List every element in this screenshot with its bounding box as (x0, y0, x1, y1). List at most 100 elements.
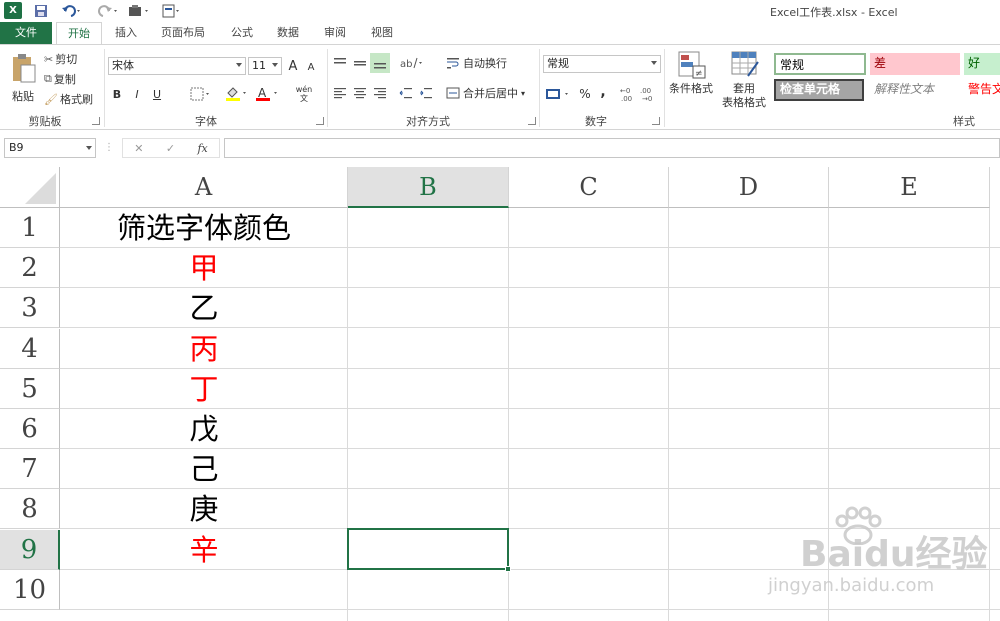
row-header-9[interactable]: 9 (0, 530, 60, 570)
cell-a9[interactable]: 辛 (61, 530, 347, 570)
redo-button[interactable] (96, 2, 120, 20)
format-as-table-button[interactable] (730, 49, 760, 81)
cell-a8[interactable]: 庚 (61, 489, 347, 529)
paste-button[interactable] (6, 49, 40, 89)
border-button[interactable] (188, 85, 214, 103)
bold-button[interactable]: B (110, 85, 124, 103)
conditional-formatting-icon: ≠ (678, 51, 706, 79)
row-header-2[interactable]: 2 (0, 248, 60, 288)
touch-mode-button[interactable] (126, 2, 152, 20)
font-name-select[interactable]: 宋体 (108, 57, 246, 75)
style-good[interactable]: 好 (964, 53, 1000, 75)
row-header-10[interactable]: 10 (0, 570, 60, 610)
cell-a3[interactable]: 乙 (61, 288, 347, 328)
align-right-icon (374, 88, 386, 99)
style-bad[interactable]: 差 (870, 53, 960, 75)
decrease-indent-button[interactable] (398, 85, 414, 101)
phonetic-button[interactable]: wén 文 (292, 83, 316, 105)
tab-page-layout[interactable]: 页面布局 (150, 22, 216, 44)
tab-insert[interactable]: 插入 (104, 22, 148, 44)
comma-button[interactable]: , (596, 83, 610, 101)
row-header-1[interactable]: 1 (0, 208, 60, 248)
font-size-select[interactable]: 11 (248, 57, 282, 75)
style-warning[interactable]: 警告文 (964, 79, 1000, 101)
insert-function-button[interactable]: fx (197, 142, 207, 155)
number-format-select[interactable]: 常规 (543, 55, 661, 73)
style-check-cell[interactable]: 检查单元格 (774, 79, 864, 101)
format-painter-button[interactable]: 🖌 格式刷 (44, 91, 98, 107)
cut-button[interactable]: ✂ 剪切 (44, 51, 94, 67)
align-center-button[interactable] (352, 85, 368, 101)
row-header-4[interactable]: 4 (0, 329, 60, 369)
undo-button[interactable] (60, 2, 84, 20)
column-header-e[interactable]: E (829, 167, 990, 208)
cell-a4[interactable]: 丙 (61, 329, 347, 369)
orientation-button[interactable]: ab (398, 55, 426, 71)
align-top-icon (334, 58, 346, 64)
tab-file[interactable]: 文件 (0, 22, 52, 44)
row-header-7[interactable]: 7 (0, 449, 60, 489)
select-all-button[interactable] (0, 167, 60, 208)
name-box[interactable]: B9 (4, 138, 96, 158)
tab-view[interactable]: 视图 (360, 22, 404, 44)
column-header-d[interactable]: D (669, 167, 829, 208)
phonetic-label: wén (295, 85, 313, 94)
tab-review[interactable]: 审阅 (312, 22, 358, 44)
align-middle-button[interactable] (352, 55, 368, 71)
column-header-b[interactable]: B (348, 167, 509, 208)
form-button[interactable] (160, 2, 182, 20)
italic-button[interactable]: I (130, 85, 144, 103)
fill-color-button[interactable] (224, 85, 250, 103)
percent-button[interactable]: % (578, 85, 592, 103)
conditional-formatting-button[interactable]: ≠ (670, 49, 714, 81)
row-header-6[interactable]: 6 (0, 409, 60, 449)
column-header-c[interactable]: C (509, 167, 669, 208)
align-bottom-button[interactable] (370, 53, 390, 73)
increase-decimal-button[interactable]: ←0.00 (620, 85, 638, 103)
align-right-button[interactable] (372, 85, 388, 101)
underline-button[interactable]: U (150, 85, 164, 103)
clipboard-launcher-icon[interactable] (92, 117, 100, 125)
shrink-font-button[interactable]: A (304, 59, 318, 75)
wrap-text-button[interactable]: 自动换行 (446, 55, 510, 71)
row-header-8[interactable]: 8 (0, 489, 60, 529)
number-launcher-icon[interactable] (652, 117, 660, 125)
cell-a7[interactable]: 己 (61, 449, 347, 489)
accounting-format-button[interactable] (544, 85, 574, 103)
cell-a5[interactable]: 丁 (61, 369, 347, 409)
gridline (989, 208, 990, 621)
copy-button[interactable]: ⧉ 复制 (44, 71, 98, 87)
increase-indent-button[interactable] (418, 85, 434, 101)
wrap-text-label: 自动换行 (463, 57, 507, 70)
tab-data[interactable]: 数据 (266, 22, 310, 44)
fill-handle[interactable] (505, 566, 511, 572)
column-header-a[interactable]: A (60, 167, 348, 208)
cell-a10[interactable] (61, 570, 347, 610)
splitter-icon[interactable]: ⋮ (104, 142, 114, 153)
align-top-button[interactable] (332, 55, 348, 71)
cancel-icon[interactable]: ✕ (134, 142, 143, 155)
align-left-button[interactable] (332, 85, 348, 101)
formula-input[interactable] (224, 138, 1000, 158)
font-launcher-icon[interactable] (316, 117, 324, 125)
save-button[interactable] (32, 2, 50, 20)
tab-home[interactable]: 开始 (56, 22, 102, 45)
style-normal[interactable]: 常规 (774, 53, 866, 75)
merge-center-button[interactable]: 合并后居中 ▾ (446, 85, 530, 101)
cell-a1[interactable]: 筛选字体颜色 (61, 208, 347, 248)
row-header-3[interactable]: 3 (0, 288, 60, 328)
tab-formulas[interactable]: 公式 (220, 22, 264, 44)
ribbon: 粘贴 ✂ 剪切 ⧉ 复制 🖌 格式刷 剪贴板 宋体 11 A A B I U A wé… (0, 44, 1000, 130)
cell-a2[interactable]: 甲 (61, 248, 347, 288)
svg-text:≠: ≠ (695, 69, 703, 79)
cut-label: 剪切 (55, 53, 78, 66)
alignment-launcher-icon[interactable] (528, 117, 536, 125)
active-cell-b9[interactable] (347, 528, 509, 570)
enter-icon[interactable]: ✓ (166, 142, 175, 155)
row-header-5[interactable]: 5 (0, 369, 60, 409)
font-color-button[interactable]: A (254, 85, 282, 103)
cell-a6[interactable]: 戊 (61, 409, 347, 449)
grow-font-button[interactable]: A (286, 57, 300, 75)
style-explanatory[interactable]: 解释性文本 (870, 79, 960, 101)
decrease-decimal-button[interactable]: .00 →0 (640, 85, 658, 103)
